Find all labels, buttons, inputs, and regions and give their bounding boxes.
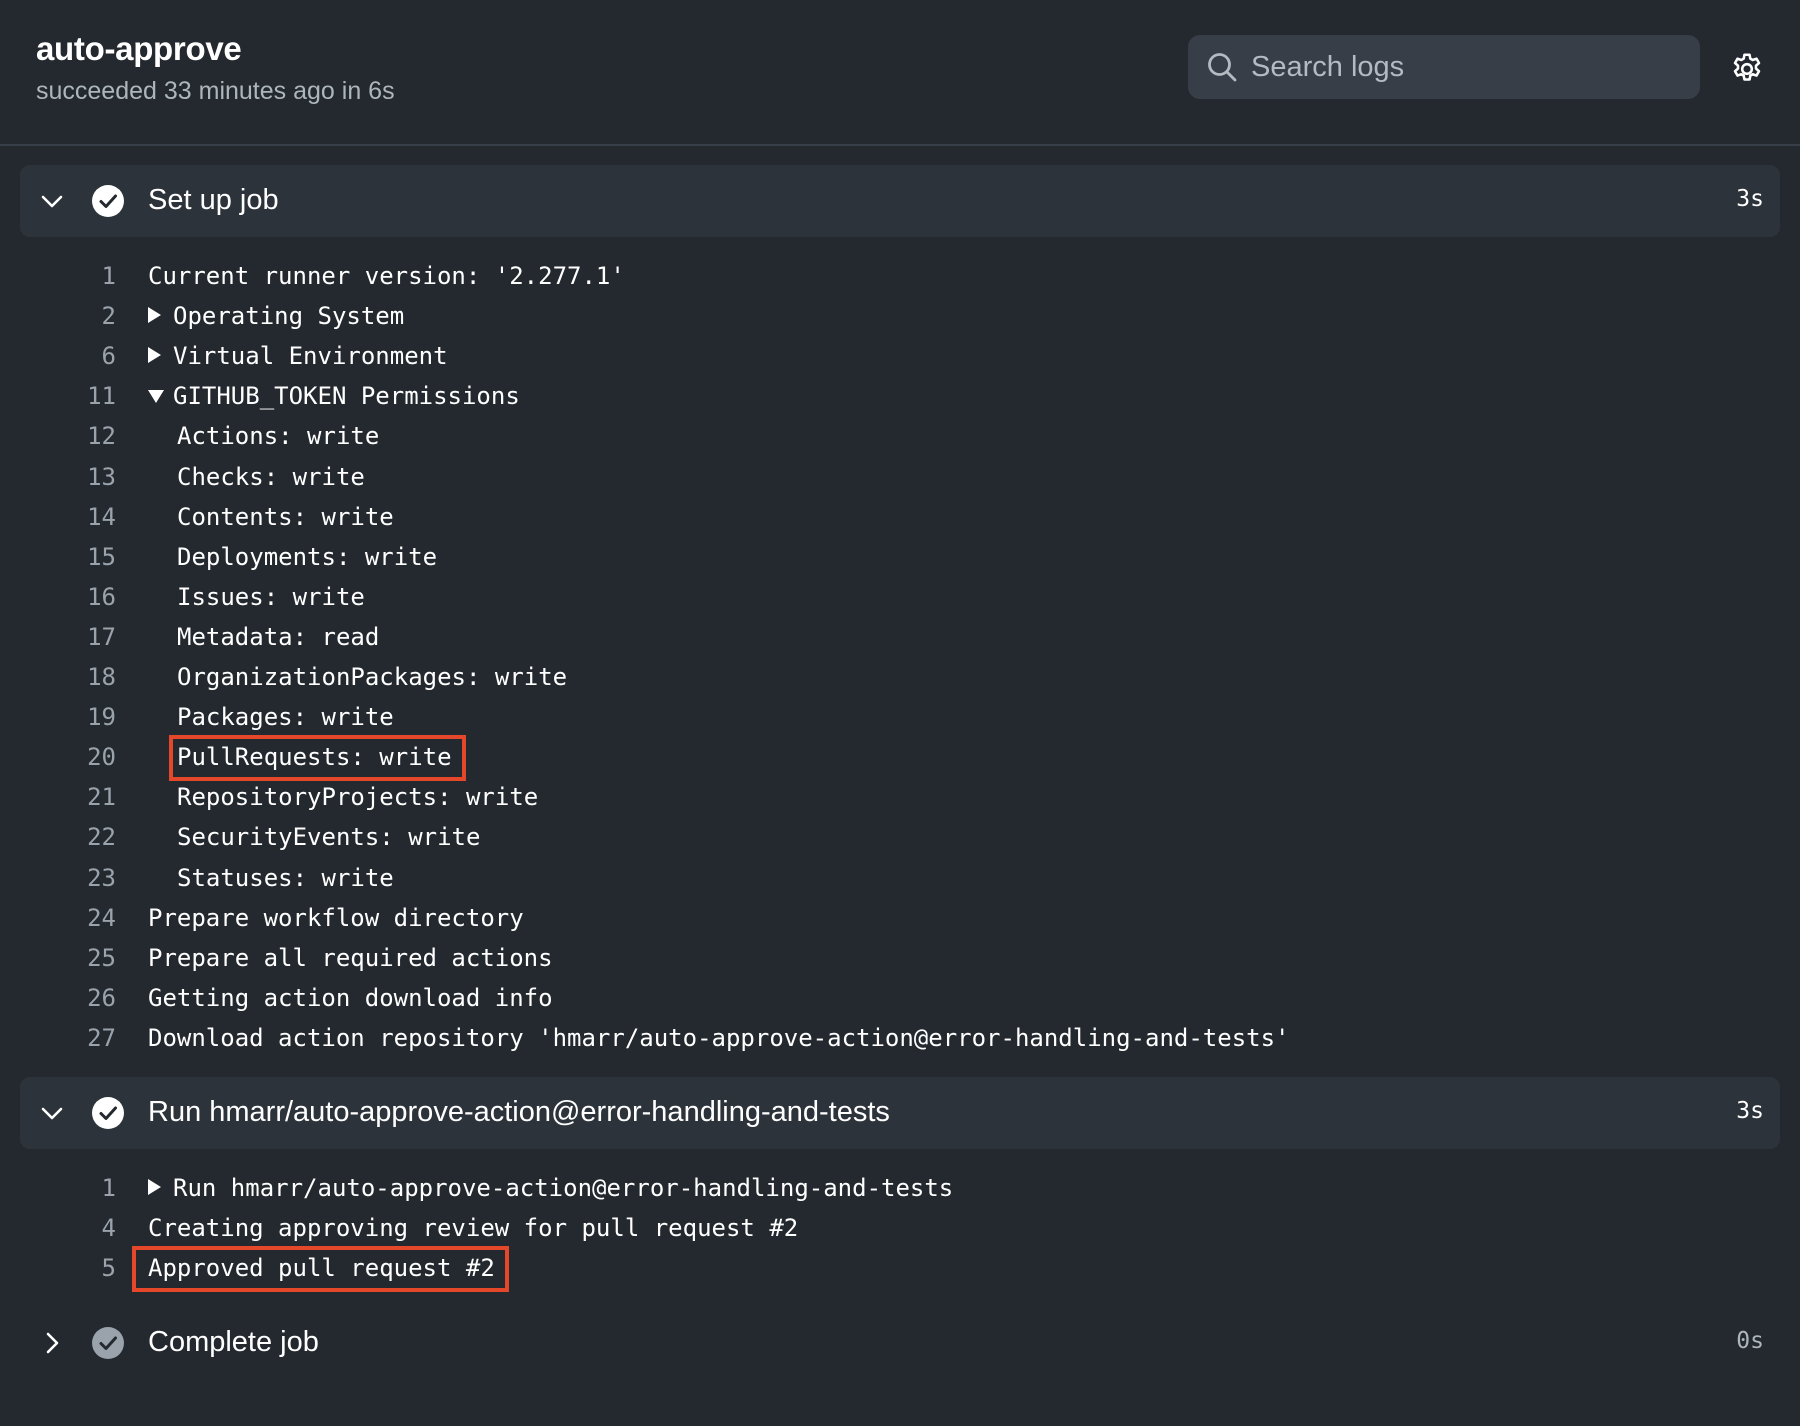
line-number[interactable]: 6 xyxy=(60,342,116,370)
line-text: SecurityEvents: write xyxy=(177,823,481,852)
chevron-down-icon[interactable] xyxy=(40,1101,64,1125)
highlight-box xyxy=(169,735,466,782)
group-expanded-icon[interactable] xyxy=(148,390,164,404)
line-number[interactable]: 2 xyxy=(60,302,116,330)
line-text: Download action repository 'hmarr/auto-a… xyxy=(148,1023,1290,1052)
line-text: Metadata: read xyxy=(177,622,380,651)
step-title: Set up job xyxy=(148,184,279,216)
log-line: 22 SecurityEvents: write xyxy=(0,816,1800,856)
search-input[interactable] xyxy=(1251,35,1681,99)
step-duration: 0s xyxy=(1736,1328,1764,1355)
log-line: 2 Operating System xyxy=(0,295,1800,335)
line-text: Checks: write xyxy=(177,462,365,491)
step-header[interactable]: Run hmarr/auto-approve-action@error-hand… xyxy=(20,1077,1780,1149)
log-line: 23 Statuses: write xyxy=(0,857,1800,897)
group-collapsed-icon[interactable] xyxy=(148,307,161,324)
log-line: 12 Actions: write xyxy=(0,415,1800,455)
check-circle-icon xyxy=(92,185,124,217)
log-line: 14 Contents: write xyxy=(0,496,1800,536)
log-line: 17 Metadata: read xyxy=(0,616,1800,656)
log-line: 24 Prepare workflow directory xyxy=(0,897,1800,937)
line-number[interactable]: 27 xyxy=(60,1024,116,1052)
step-duration: 3s xyxy=(1736,186,1764,212)
log-line: 13 Checks: write xyxy=(0,456,1800,496)
line-text[interactable]: GITHUB_TOKEN Permissions xyxy=(173,382,520,410)
highlight-box xyxy=(132,1246,509,1293)
line-number[interactable]: 4 xyxy=(60,1214,116,1242)
line-text: Packages: write xyxy=(177,703,394,732)
line-text: Contents: write xyxy=(177,502,394,531)
log-line: 19 Packages: write xyxy=(0,696,1800,736)
group-collapsed-icon[interactable] xyxy=(148,1179,161,1195)
line-number[interactable]: 26 xyxy=(60,984,116,1012)
log-line: 4 Creating approving review for pull requ… xyxy=(0,1207,1800,1247)
line-number[interactable]: 5 xyxy=(60,1254,116,1282)
step-duration: 3s xyxy=(1736,1098,1764,1124)
line-text: Prepare all required actions xyxy=(148,943,553,972)
line-text: RepositoryProjects: write xyxy=(177,783,539,812)
log-line: 1 Current runner version: '2.277.1' xyxy=(0,255,1800,295)
line-number[interactable]: 1 xyxy=(60,1174,116,1202)
line-number[interactable]: 20 xyxy=(60,743,116,771)
line-number[interactable]: 22 xyxy=(60,823,116,851)
line-number[interactable]: 19 xyxy=(60,703,116,731)
line-text[interactable]: Run hmarr/auto-approve-action@error-hand… xyxy=(173,1174,953,1202)
check-circle-icon xyxy=(92,1097,124,1129)
log-line: 26 Getting action download info xyxy=(0,977,1800,1017)
search-icon xyxy=(1208,53,1237,82)
check-circle-icon xyxy=(92,1327,124,1360)
log-line: 15 Deployments: write xyxy=(0,536,1800,576)
log-line: 1 Run hmarr/auto-approve-action@error-han… xyxy=(0,1167,1800,1207)
line-number[interactable]: 18 xyxy=(60,663,116,691)
step-title: Run hmarr/auto-approve-action@error-hand… xyxy=(148,1096,890,1128)
line-number[interactable]: 13 xyxy=(60,463,116,491)
line-text: OrganizationPackages: write xyxy=(177,663,568,691)
gear-icon[interactable] xyxy=(1729,51,1765,87)
line-number[interactable]: 16 xyxy=(60,583,116,611)
line-number[interactable]: 15 xyxy=(60,543,116,571)
line-number[interactable]: 1 xyxy=(60,262,116,290)
step-header[interactable]: Set up job 3s xyxy=(20,165,1780,237)
line-number[interactable]: 25 xyxy=(60,944,116,972)
job-header: auto-approve succeeded 33 minutes ago in… xyxy=(0,0,1800,146)
log-line: 11 GITHUB_TOKEN Permissions xyxy=(0,375,1800,415)
line-text: Getting action download info xyxy=(148,983,553,1012)
step-title: Complete job xyxy=(148,1326,319,1359)
line-text[interactable]: Virtual Environment xyxy=(173,342,448,370)
log-line: 6 Virtual Environment xyxy=(0,335,1800,375)
line-number[interactable]: 21 xyxy=(60,783,116,811)
search-box[interactable] xyxy=(1188,35,1700,99)
group-collapsed-icon[interactable] xyxy=(148,347,161,364)
line-number[interactable]: 24 xyxy=(60,904,116,932)
log-line: 25 Prepare all required actions xyxy=(0,937,1800,977)
job-title: auto-approve xyxy=(36,30,242,67)
chevron-right-icon[interactable] xyxy=(40,1331,64,1355)
log-line: 21 RepositoryProjects: write xyxy=(0,776,1800,816)
line-number[interactable]: 14 xyxy=(60,503,116,531)
line-text: Prepare workflow directory xyxy=(148,903,524,932)
step-header[interactable]: Complete job 0s xyxy=(20,1307,1780,1379)
line-text: Current runner version: '2.277.1' xyxy=(148,262,625,290)
line-number[interactable]: 17 xyxy=(60,623,116,651)
chevron-down-icon[interactable] xyxy=(40,189,64,213)
line-number[interactable]: 23 xyxy=(60,864,116,892)
line-text: Issues: write xyxy=(177,582,365,611)
line-text: Statuses: write xyxy=(177,863,394,892)
line-number[interactable]: 11 xyxy=(60,382,116,410)
job-status: succeeded 33 minutes ago in 6s xyxy=(36,77,395,105)
log-line: 16 Issues: write xyxy=(0,576,1800,616)
line-text: Creating approving review for pull reque… xyxy=(148,1214,799,1243)
line-text: Actions: write xyxy=(177,422,380,451)
line-text[interactable]: Operating System xyxy=(173,302,404,330)
log-line: 27 Download action repository 'hmarr/auto… xyxy=(0,1017,1800,1057)
line-number[interactable]: 12 xyxy=(60,422,116,450)
log-line: 18 OrganizationPackages: write xyxy=(0,656,1800,696)
line-text: Deployments: write xyxy=(177,542,438,571)
